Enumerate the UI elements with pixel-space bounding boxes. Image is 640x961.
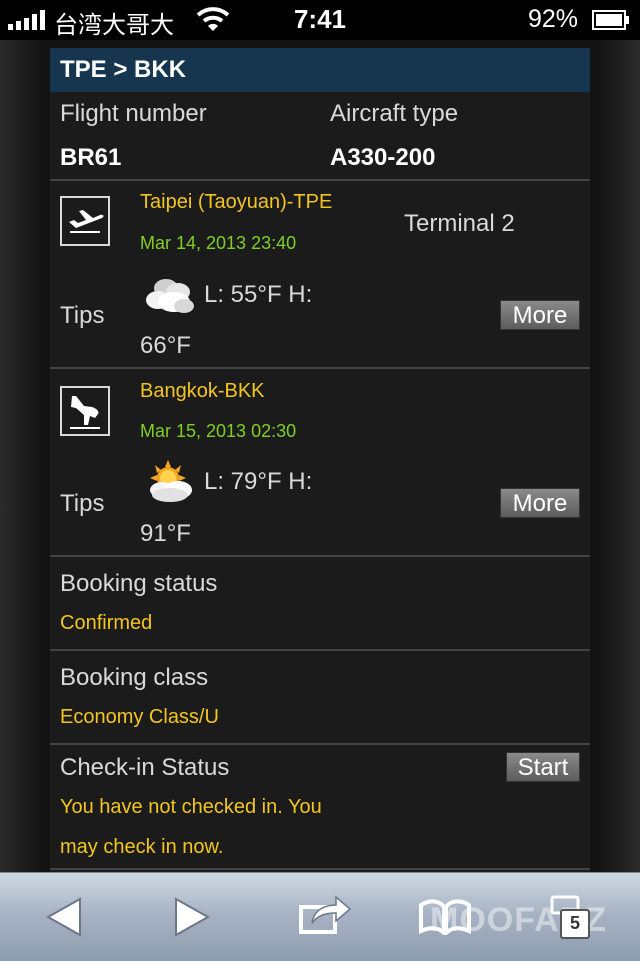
flight-number-value: BR61 bbox=[60, 144, 122, 171]
route-title: TPE > BKK bbox=[50, 48, 590, 92]
departure-airport: Taipei (Taoyuan)-TPE bbox=[140, 191, 333, 213]
departure-terminal: Terminal 2 bbox=[404, 210, 515, 237]
flight-detail-panel: TPE > BKK Flight number BR61 Aircraft ty… bbox=[50, 48, 590, 872]
aircraft-type-value: A330-200 bbox=[330, 144, 436, 171]
departure-tips-label: Tips bbox=[60, 302, 105, 329]
arrival-more-button[interactable]: More bbox=[500, 488, 580, 518]
back-arrow-icon[interactable] bbox=[46, 897, 82, 937]
departure-temp-line2: 66°F bbox=[140, 332, 191, 359]
plane-takeoff-icon bbox=[60, 196, 110, 246]
plane-landing-icon bbox=[60, 386, 110, 436]
share-icon[interactable] bbox=[298, 895, 352, 935]
checkin-start-button[interactable]: Start bbox=[506, 752, 580, 782]
arrival-temp-line2: 91°F bbox=[140, 520, 191, 547]
checkin-message-line1: You have not checked in. You bbox=[60, 796, 322, 818]
divider bbox=[50, 555, 590, 557]
booking-class-label: Booking class bbox=[60, 664, 209, 691]
forward-arrow-icon[interactable] bbox=[174, 897, 210, 937]
departure-datetime: Mar 14, 2013 23:40 bbox=[140, 233, 297, 253]
divider bbox=[50, 743, 590, 745]
divider bbox=[50, 649, 590, 651]
browser-toolbar: MOOFARZ 5 bbox=[0, 872, 640, 961]
checkin-message-line2: may check in now. bbox=[60, 836, 224, 858]
booking-class-value: Economy Class/U bbox=[60, 706, 219, 728]
checkin-status-label: Check-in Status bbox=[60, 754, 230, 781]
departure-more-button[interactable]: More bbox=[500, 300, 580, 330]
partly-cloudy-icon bbox=[150, 460, 192, 502]
aircraft-type-label: Aircraft type bbox=[330, 100, 459, 127]
arrival-temp-line1: L: 79°F H: bbox=[204, 468, 313, 495]
booking-status-label: Booking status bbox=[60, 570, 218, 597]
status-bar: 台湾大哥大 7:41 92% bbox=[0, 0, 640, 40]
battery-icon bbox=[592, 10, 629, 30]
divider bbox=[50, 179, 590, 181]
flight-number-label: Flight number bbox=[60, 100, 207, 127]
arrival-airport: Bangkok-BKK bbox=[140, 380, 265, 402]
divider bbox=[50, 367, 590, 369]
cloudy-icon bbox=[146, 279, 194, 313]
arrival-tips-label: Tips bbox=[60, 490, 105, 517]
departure-temp-line1: L: 55°F H: bbox=[204, 281, 313, 308]
battery-percent: 92% bbox=[528, 5, 579, 33]
divider bbox=[50, 868, 590, 870]
booking-status-value: Confirmed bbox=[60, 612, 153, 634]
tabs-count-badge[interactable]: 5 bbox=[560, 909, 590, 939]
arrival-datetime: Mar 15, 2013 02:30 bbox=[140, 421, 297, 441]
